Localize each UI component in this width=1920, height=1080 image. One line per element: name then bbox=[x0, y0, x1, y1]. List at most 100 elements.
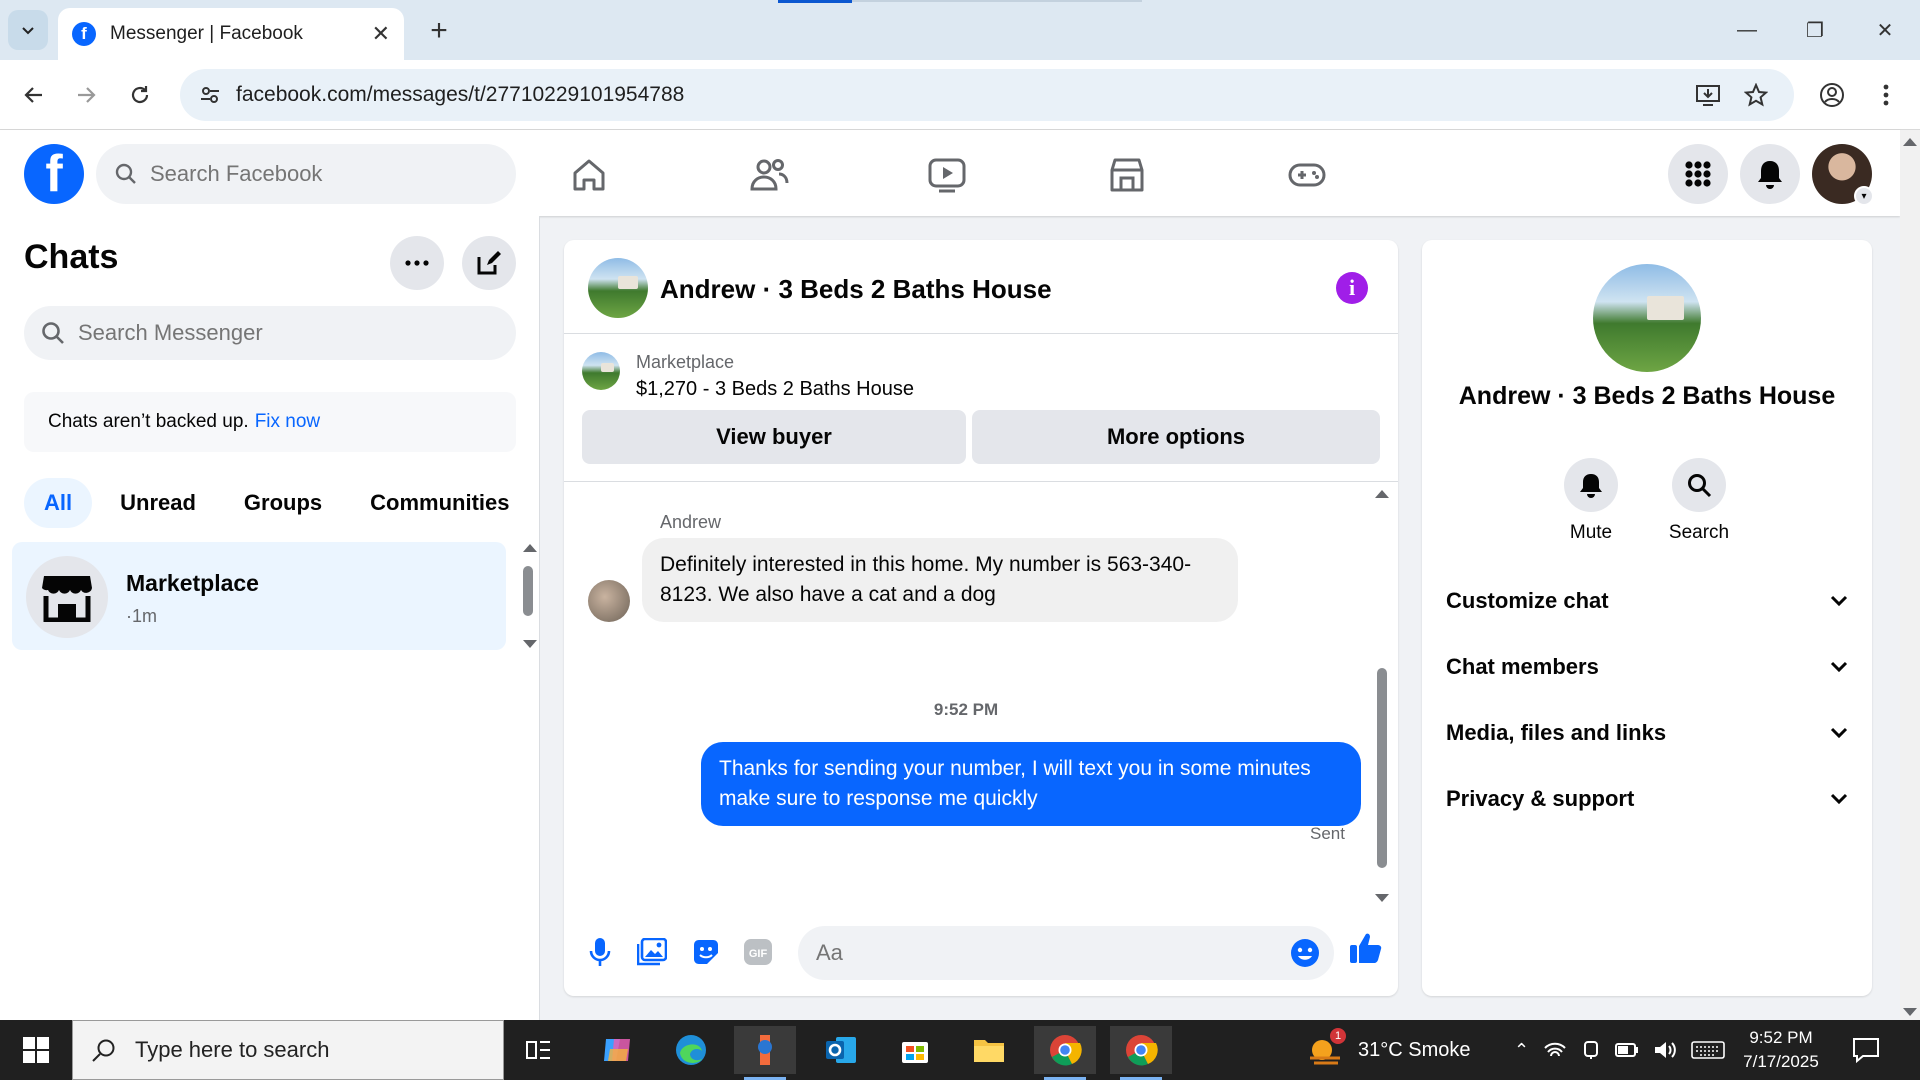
conversation-scrollbar[interactable] bbox=[1372, 490, 1392, 902]
chat-list-item[interactable]: Marketplace ·1m bbox=[12, 542, 506, 650]
privacy-support-section[interactable]: Privacy & support bbox=[1446, 774, 1848, 824]
close-window-button[interactable]: ✕ bbox=[1860, 10, 1910, 50]
filter-groups[interactable]: Groups bbox=[224, 478, 342, 528]
info-icon[interactable]: i bbox=[1336, 272, 1368, 304]
gif-icon[interactable]: GIF bbox=[740, 934, 776, 970]
bookmark-star-icon[interactable] bbox=[1742, 81, 1770, 109]
site-info-icon[interactable] bbox=[196, 81, 224, 109]
microsoft-store-icon[interactable] bbox=[884, 1026, 946, 1074]
more-dots-icon bbox=[405, 260, 429, 266]
copilot-icon[interactable] bbox=[586, 1026, 648, 1074]
chrome-profile-icon[interactable] bbox=[1110, 1026, 1172, 1080]
message-input[interactable] bbox=[816, 940, 1256, 966]
filter-unread[interactable]: Unread bbox=[100, 478, 216, 528]
scroll-up-arrow[interactable] bbox=[523, 544, 537, 552]
thumbs-up-icon[interactable] bbox=[1348, 930, 1384, 966]
arrow-right-icon bbox=[78, 87, 96, 103]
chat-list-scrollbar[interactable] bbox=[520, 544, 537, 648]
nav-marketplace[interactable] bbox=[1098, 146, 1156, 204]
scroll-down-arrow[interactable] bbox=[1375, 894, 1389, 902]
notification-center-icon[interactable] bbox=[1852, 1020, 1880, 1080]
volume-icon[interactable] bbox=[1653, 1040, 1677, 1060]
facebook-search[interactable] bbox=[96, 144, 516, 204]
edge-browser-icon[interactable] bbox=[660, 1026, 722, 1074]
close-tab-icon[interactable]: ✕ bbox=[372, 21, 390, 47]
notifications-button[interactable] bbox=[1740, 144, 1800, 204]
media-files-links-section[interactable]: Media, files and links bbox=[1446, 708, 1848, 758]
menu-button[interactable] bbox=[1668, 144, 1728, 204]
mute-action[interactable]: Mute bbox=[1546, 458, 1636, 544]
chat-options-button[interactable] bbox=[390, 236, 444, 290]
outgoing-message-bubble[interactable]: Thanks for sending your number, I will t… bbox=[701, 742, 1361, 826]
more-options-button[interactable]: More options bbox=[972, 410, 1380, 464]
listing-price-title[interactable]: $1,270 - 3 Beds 2 Baths House bbox=[636, 378, 914, 401]
nav-video[interactable] bbox=[918, 146, 976, 204]
nav-gaming[interactable] bbox=[1278, 146, 1336, 204]
profile-photo[interactable] bbox=[1593, 264, 1701, 372]
weather-widget[interactable]: 1 31°C Smoke bbox=[1306, 1020, 1471, 1080]
account-circle-icon bbox=[1820, 83, 1844, 107]
chevron-up-icon[interactable]: ⌃ bbox=[1514, 1040, 1529, 1061]
facebook-search-input[interactable] bbox=[150, 161, 490, 187]
nav-friends[interactable] bbox=[740, 146, 798, 204]
install-app-icon[interactable] bbox=[1694, 81, 1722, 109]
search-action[interactable]: Search bbox=[1654, 458, 1744, 544]
message-input-box[interactable] bbox=[798, 926, 1334, 980]
listing-avatar[interactable] bbox=[588, 258, 648, 318]
outlook-icon[interactable] bbox=[810, 1026, 872, 1074]
app-pinned-icon[interactable] bbox=[734, 1026, 796, 1080]
filter-communities[interactable]: Communities bbox=[350, 478, 529, 528]
browser-menu-button[interactable] bbox=[1866, 75, 1906, 115]
taskbar-search[interactable]: Type here to search bbox=[72, 1020, 504, 1080]
scroll-up-arrow[interactable] bbox=[1903, 138, 1917, 146]
filter-all[interactable]: All bbox=[24, 478, 93, 528]
scroll-down-arrow[interactable] bbox=[523, 640, 537, 648]
chevron-down-icon bbox=[1830, 727, 1848, 739]
forward-button[interactable] bbox=[66, 75, 106, 115]
scroll-down-arrow[interactable] bbox=[1903, 1008, 1917, 1016]
battery-icon[interactable] bbox=[1615, 1043, 1639, 1057]
sticker-icon[interactable] bbox=[688, 934, 724, 970]
facebook-logo-icon[interactable]: f bbox=[24, 144, 84, 204]
page-scrollbar[interactable] bbox=[1900, 130, 1920, 1020]
start-button[interactable] bbox=[0, 1020, 72, 1080]
nav-home[interactable] bbox=[560, 146, 618, 204]
sender-avatar[interactable] bbox=[588, 580, 630, 622]
restore-button[interactable]: ❐ bbox=[1790, 10, 1840, 50]
scroll-up-arrow[interactable] bbox=[1375, 490, 1389, 498]
conversation-title[interactable]: Andrew · 3 Beds 2 Baths House bbox=[660, 274, 1052, 305]
meet-now-icon[interactable] bbox=[1581, 1040, 1601, 1060]
listing-thumbnail[interactable] bbox=[582, 352, 620, 390]
chrome-icon[interactable] bbox=[1034, 1026, 1096, 1080]
new-tab-button[interactable]: + bbox=[422, 14, 456, 48]
back-button[interactable] bbox=[14, 75, 54, 115]
photo-icon[interactable] bbox=[634, 934, 670, 970]
new-message-button[interactable] bbox=[462, 236, 516, 290]
file-explorer-icon[interactable] bbox=[958, 1026, 1020, 1074]
scrollbar-thumb[interactable] bbox=[523, 566, 533, 616]
view-buyer-button[interactable]: View buyer bbox=[582, 410, 966, 464]
messenger-search-input[interactable] bbox=[78, 320, 498, 346]
tab-search-button[interactable] bbox=[8, 10, 48, 50]
scrollbar-thumb[interactable] bbox=[1377, 668, 1387, 868]
task-view-icon[interactable] bbox=[508, 1026, 570, 1074]
minimize-button[interactable]: — bbox=[1722, 10, 1772, 50]
customize-chat-section[interactable]: Customize chat bbox=[1446, 576, 1848, 626]
emoji-icon[interactable] bbox=[1290, 938, 1320, 973]
keyboard-icon[interactable] bbox=[1691, 1040, 1725, 1060]
search-icon bbox=[115, 163, 136, 184]
system-clock[interactable]: 9:52 PM 7/17/2025 bbox=[1736, 1026, 1826, 1074]
browser-tab[interactable]: f Messenger | Facebook ✕ bbox=[58, 8, 404, 60]
reload-button[interactable] bbox=[120, 75, 160, 115]
backup-text: Chats aren’t backed up. bbox=[48, 411, 249, 432]
messenger-search[interactable] bbox=[24, 306, 516, 360]
fix-now-link[interactable]: Fix now bbox=[255, 411, 320, 433]
address-bar[interactable]: facebook.com/messages/t/2771022910195478… bbox=[180, 69, 1794, 121]
profile-button[interactable] bbox=[1812, 75, 1852, 115]
account-avatar[interactable]: ▾ bbox=[1812, 144, 1874, 206]
wifi-icon[interactable] bbox=[1543, 1040, 1567, 1060]
microphone-icon[interactable] bbox=[582, 934, 618, 970]
incoming-message-bubble[interactable]: Definitely interested in this home. My n… bbox=[642, 538, 1238, 622]
chat-members-section[interactable]: Chat members bbox=[1446, 642, 1848, 692]
gaming-controller-icon bbox=[1288, 163, 1326, 187]
